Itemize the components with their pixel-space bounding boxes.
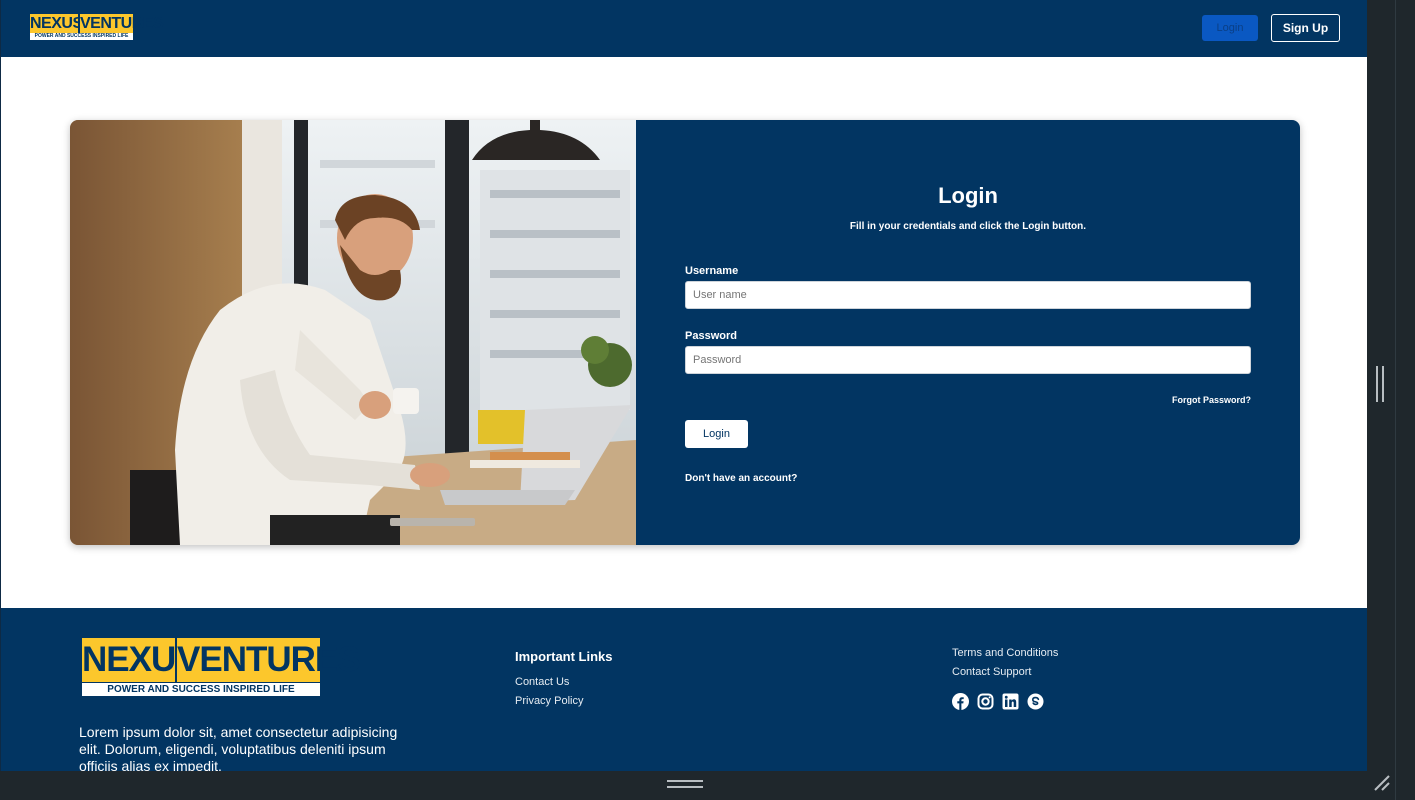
footer: NEXUS VENTURES POWER AND SUCCESS INSPIRE… — [1, 608, 1367, 771]
username-input[interactable] — [685, 281, 1251, 309]
horizontal-resize-handle[interactable] — [667, 780, 703, 788]
login-form-panel: Login Fill in your credentials and click… — [636, 120, 1300, 545]
terms-link[interactable]: Terms and Conditions — [952, 647, 1058, 659]
panel-divider — [1395, 0, 1396, 800]
logo-word-nexus: NEXUS — [30, 14, 83, 33]
logo-tagline: POWER AND SUCCESS INSPIRED LIFE — [30, 33, 133, 40]
resize-grip-icon[interactable] — [1372, 773, 1392, 793]
footer-logo-word-nexus: NEXUS — [82, 638, 199, 682]
password-label: Password — [685, 330, 737, 342]
login-submit-button[interactable]: Login — [685, 420, 748, 448]
brand-logo[interactable]: NEXUS VENTURES POWER AND SUCCESS INSPIRE… — [30, 14, 164, 40]
privacy-policy-link[interactable]: Privacy Policy — [515, 695, 583, 707]
footer-logo: NEXUS VENTURES POWER AND SUCCESS INSPIRE… — [81, 638, 361, 698]
password-input[interactable] — [685, 346, 1251, 374]
forgot-password-link[interactable]: Forgot Password? — [685, 395, 1251, 405]
login-card: Login Fill in your credentials and click… — [70, 120, 1300, 545]
linkedin-icon[interactable] — [1002, 693, 1019, 710]
right-side-panel — [1367, 0, 1415, 800]
login-title: Login — [938, 183, 998, 208]
facebook-icon[interactable] — [952, 693, 969, 710]
instagram-icon[interactable] — [977, 693, 994, 710]
skype-icon[interactable] — [1027, 693, 1044, 710]
username-label: Username — [685, 265, 739, 277]
nav-signup-button[interactable]: Sign Up — [1271, 14, 1340, 42]
bottom-panel — [0, 771, 1367, 800]
browser-viewport: NEXUS VENTURES POWER AND SUCCESS INSPIRE… — [0, 0, 1367, 771]
photo-illustration — [70, 120, 636, 545]
no-account-link[interactable]: Don't have an account? — [685, 473, 797, 484]
logo-word-ventures: VENTURES — [80, 14, 164, 33]
login-subtitle: Fill in your credentials and click the L… — [849, 221, 1087, 232]
navbar: NEXUS VENTURES POWER AND SUCCESS INSPIRE… — [1, 0, 1367, 57]
office-photo — [70, 120, 636, 545]
important-links-heading: Important Links — [515, 649, 613, 664]
footer-logo-word-ventures: VENTURES — [177, 638, 361, 682]
nav-login-button[interactable]: Login — [1202, 15, 1258, 41]
vertical-resize-handle[interactable] — [1376, 366, 1384, 402]
social-icons — [952, 693, 1044, 710]
contact-support-link[interactable]: Contact Support — [952, 666, 1032, 678]
footer-about-text: Lorem ipsum dolor sit, amet consectetur … — [79, 724, 398, 771]
contact-us-link[interactable]: Contact Us — [515, 676, 569, 688]
footer-logo-tagline: POWER AND SUCCESS INSPIRED LIFE — [82, 683, 320, 696]
